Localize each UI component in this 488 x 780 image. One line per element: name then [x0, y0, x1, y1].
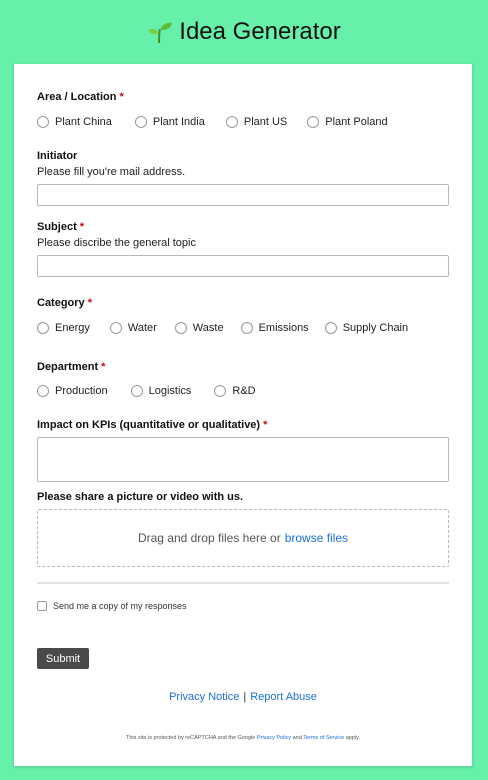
subject-label: Subject *	[37, 221, 85, 233]
page-header: Idea Generator	[0, 0, 488, 64]
radio-circle[interactable]	[134, 116, 147, 128]
category-field: Category * Energy Water Waste Emissions S…	[37, 297, 449, 334]
file-dropzone[interactable]: Drag and drop files here or browse files	[37, 509, 449, 567]
required-mark: *	[119, 91, 124, 103]
required-mark: *	[87, 297, 92, 309]
impact-field: Impact on KPIs (quantitative or qualitat…	[37, 419, 449, 487]
initiator-help: Please fill you're mail address.	[37, 166, 186, 178]
subject-field: Subject * Please discribe the general top…	[37, 221, 449, 277]
radio-circle[interactable]	[109, 322, 122, 334]
area-field: Area / Location * Plant China Plant India…	[37, 91, 449, 128]
footer-separator: |	[243, 691, 247, 703]
initiator-field: Initiator Please fill you're mail addres…	[37, 150, 449, 206]
required-mark: *	[263, 419, 268, 431]
dropzone-text: Drag and drop files here or	[137, 531, 281, 545]
department-label: Department *	[37, 361, 106, 373]
radio-waste[interactable]: Waste	[174, 322, 224, 334]
copy-checkbox-row: Send me a copy of my responses	[37, 601, 449, 611]
radio-plant-china[interactable]: Plant China	[37, 116, 112, 128]
browse-files-link[interactable]: browse files	[285, 531, 348, 545]
radio-logistics[interactable]: Logistics	[130, 385, 191, 397]
submit-button[interactable]: Submit	[37, 648, 89, 669]
submit-row: Submit	[37, 648, 449, 669]
radio-circle[interactable]	[225, 116, 238, 128]
radio-supply-chain[interactable]: Supply Chain	[324, 322, 408, 334]
area-radio-group: Plant China Plant India Plant US Plant P…	[37, 116, 449, 128]
radio-energy[interactable]: Energy	[37, 322, 90, 334]
report-abuse-link[interactable]: Report Abuse	[250, 691, 317, 703]
radio-circle[interactable]	[240, 322, 253, 334]
radio-circle[interactable]	[37, 385, 49, 397]
upload-label: Please share a picture or video with us.	[37, 491, 244, 503]
department-radio-group: Production Logistics R&D	[37, 385, 449, 397]
upload-field: Please share a picture or video with us.…	[37, 491, 449, 567]
required-mark: *	[101, 361, 106, 373]
initiator-input[interactable]	[37, 184, 449, 206]
privacy-policy-link[interactable]: Privacy Policy	[257, 735, 291, 741]
radio-circle[interactable]	[307, 116, 320, 128]
privacy-notice-link[interactable]: Privacy Notice	[169, 691, 239, 703]
terms-of-service-link[interactable]: Terms of Service	[303, 735, 344, 741]
radio-circle[interactable]	[37, 116, 49, 128]
radio-plant-us[interactable]: Plant US	[225, 116, 287, 128]
subject-input[interactable]	[37, 255, 449, 277]
copy-responses-label: Send me a copy of my responses	[53, 601, 187, 611]
category-label: Category *	[37, 297, 92, 309]
radio-production[interactable]: Production	[37, 385, 108, 397]
section-divider	[37, 582, 449, 584]
radio-water[interactable]: Water	[109, 322, 157, 334]
page-title: Idea Generator	[179, 18, 341, 45]
radio-circle[interactable]	[174, 322, 187, 334]
required-mark: *	[79, 221, 85, 233]
category-radio-group: Energy Water Waste Emissions Supply Chai…	[37, 322, 449, 334]
copy-responses-checkbox[interactable]	[37, 601, 47, 611]
recaptcha-notice: This site is protected by reCAPTCHA and …	[125, 735, 360, 741]
impact-textarea[interactable]	[37, 437, 449, 482]
radio-circle[interactable]	[37, 322, 49, 334]
area-label: Area / Location *	[37, 91, 124, 103]
initiator-label: Initiator	[37, 150, 78, 162]
sprout-icon	[147, 19, 173, 45]
radio-circle[interactable]	[324, 322, 337, 334]
form-card: Area / Location * Plant China Plant India…	[14, 64, 472, 766]
radio-emissions[interactable]: Emissions	[240, 322, 309, 334]
copy-responses-option[interactable]: Send me a copy of my responses	[37, 601, 449, 611]
impact-label: Impact on KPIs (quantitative or qualitat…	[37, 419, 268, 431]
radio-plant-poland[interactable]: Plant Poland	[307, 116, 388, 128]
radio-plant-india[interactable]: Plant India	[134, 116, 205, 128]
subject-help: Please discribe the general topic	[37, 237, 196, 249]
department-field: Department * Production Logistics R&D	[37, 361, 449, 397]
radio-rnd[interactable]: R&D	[214, 385, 256, 397]
radio-circle[interactable]	[214, 385, 227, 397]
footer-links: Privacy Notice | Report Abuse	[14, 691, 472, 703]
radio-circle[interactable]	[130, 385, 143, 397]
